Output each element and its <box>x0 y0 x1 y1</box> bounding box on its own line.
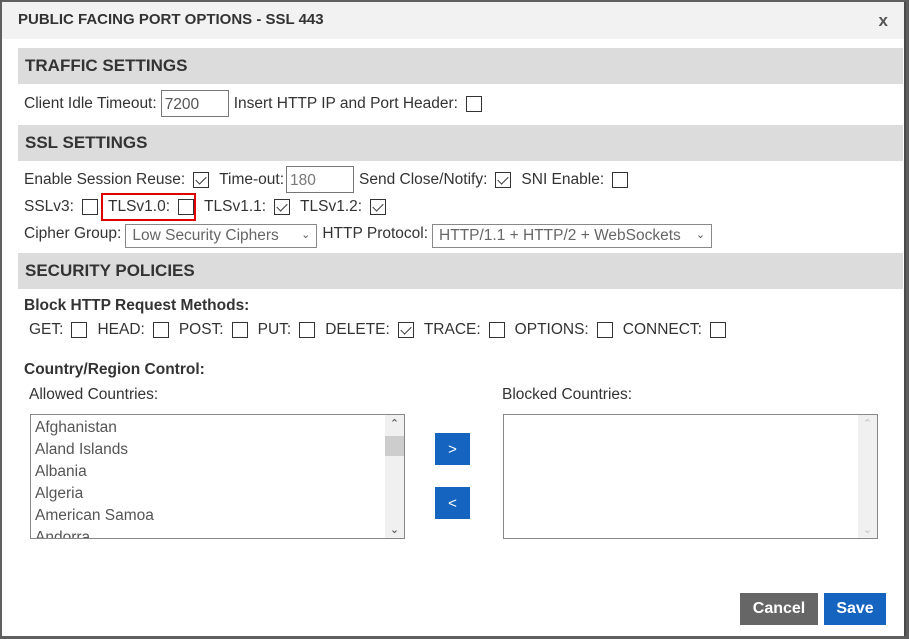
country-option[interactable]: Aland Islands <box>35 439 154 461</box>
connect-checkbox[interactable] <box>709 322 726 338</box>
put-label: PUT: <box>257 321 292 338</box>
dialog-title: PUBLIC FACING PORT OPTIONS - SSL 443 <box>18 11 324 28</box>
country-option[interactable]: Albania <box>35 461 154 483</box>
trace-checkbox[interactable] <box>488 322 505 338</box>
traffic-row: Client Idle Timeout: Insert HTTP IP and … <box>24 90 492 117</box>
blocked-countries-list[interactable]: ⌃ ⌄ <box>503 414 878 539</box>
head-checkbox[interactable] <box>152 322 169 338</box>
allowed-countries-scrollbar[interactable]: ⌃ ⌄ <box>385 415 404 538</box>
http-protocol-label: HTTP Protocol: <box>322 225 429 242</box>
ssl-row-1: Enable Session Reuse: Time-out: Send Clo… <box>24 166 638 193</box>
http-protocol-value: HTTP/1.1 + HTTP/2 + WebSockets <box>439 227 681 244</box>
section-title: TRAFFIC SETTINGS <box>25 56 188 75</box>
sslv3-label: SSLv3: <box>24 198 74 215</box>
timeout-label: Time-out: <box>219 170 285 188</box>
country-control-label: Country/Region Control: <box>24 361 205 378</box>
cipher-group-select[interactable]: Low Security Ciphers ⌄ <box>125 224 318 248</box>
section-traffic-settings: TRAFFIC SETTINGS <box>18 48 903 84</box>
country-option[interactable]: Andorra <box>35 527 154 538</box>
close-icon[interactable]: x <box>879 11 888 31</box>
tlsv12-label: TLSv1.2: <box>300 198 363 215</box>
blocked-countries-label: Blocked Countries: <box>502 386 633 403</box>
country-option[interactable]: Algeria <box>35 483 154 505</box>
save-button[interactable]: Save <box>824 593 886 625</box>
close-notify-label: Send Close/Notify: <box>359 170 488 188</box>
scroll-up-icon[interactable]: ⌃ <box>858 415 877 432</box>
section-ssl-settings: SSL SETTINGS <box>18 125 903 161</box>
trace-label: TRACE: <box>423 321 481 338</box>
options-label: OPTIONS: <box>514 321 589 338</box>
delete-label: DELETE: <box>325 321 390 338</box>
timeout-input[interactable] <box>286 166 355 193</box>
sni-checkbox[interactable] <box>612 171 629 188</box>
dialog-header: PUBLIC FACING PORT OPTIONS - SSL 443 x <box>2 2 904 39</box>
port-options-dialog: PUBLIC FACING PORT OPTIONS - SSL 443 x T… <box>2 2 906 636</box>
tlsv12-checkbox[interactable] <box>370 199 387 215</box>
ssl-protocols-row: SSLv3: TLSv1.0: TLSv1.1: TLSv1.2: <box>24 198 396 216</box>
tlsv10-highlight <box>101 193 196 221</box>
idle-timeout-input[interactable] <box>160 90 229 117</box>
post-checkbox[interactable] <box>231 322 248 338</box>
scroll-down-icon[interactable]: ⌄ <box>858 521 877 538</box>
sni-label: SNI Enable: <box>521 170 605 188</box>
sslv3-checkbox[interactable] <box>81 199 98 215</box>
tlsv11-checkbox[interactable] <box>274 199 291 215</box>
delete-checkbox[interactable] <box>397 322 414 338</box>
connect-label: CONNECT: <box>622 321 702 338</box>
allowed-countries-label: Allowed Countries: <box>29 386 159 403</box>
get-label: GET: <box>29 321 64 338</box>
session-reuse-label: Enable Session Reuse: <box>24 170 186 188</box>
country-option[interactable]: American Samoa <box>35 505 154 527</box>
get-checkbox[interactable] <box>71 322 88 338</box>
block-methods-label: Block HTTP Request Methods: <box>24 297 250 314</box>
insert-header-checkbox[interactable] <box>465 95 482 112</box>
ssl-cipher-row: Cipher Group: Low Security Ciphers ⌄ HTT… <box>24 220 717 248</box>
session-reuse-checkbox[interactable] <box>193 171 210 188</box>
section-title: SSL SETTINGS <box>25 133 148 152</box>
move-to-blocked-button[interactable]: > <box>435 433 470 465</box>
head-label: HEAD: <box>97 321 145 338</box>
allowed-countries-list[interactable]: Afghanistan Aland Islands Albania Algeria Am… <box>30 414 405 539</box>
cipher-group-label: Cipher Group: <box>24 225 122 242</box>
insert-header-label: Insert HTTP IP and Port Header: <box>233 94 458 112</box>
scroll-up-icon[interactable]: ⌃ <box>385 415 404 432</box>
idle-timeout-label: Client Idle Timeout: <box>24 94 157 112</box>
tlsv11-label: TLSv1.1: <box>204 198 267 215</box>
move-to-allowed-button[interactable]: < <box>435 487 470 519</box>
close-notify-checkbox[interactable] <box>495 171 512 188</box>
methods-row: GET: HEAD: POST: PUT: DELETE: TRACE: OPT… <box>29 321 736 339</box>
allowed-countries-items: Afghanistan Aland Islands Albania Algeria Am… <box>35 417 154 538</box>
cipher-group-value: Low Security Ciphers <box>132 227 279 244</box>
blocked-countries-scrollbar[interactable]: ⌃ ⌄ <box>858 415 877 538</box>
scroll-thumb[interactable] <box>385 436 404 456</box>
post-label: POST: <box>178 321 224 338</box>
options-checkbox[interactable] <box>596 322 613 338</box>
country-option[interactable]: Afghanistan <box>35 417 154 439</box>
section-security-policies: SECURITY POLICIES <box>18 253 903 289</box>
scroll-down-icon[interactable]: ⌄ <box>385 521 404 538</box>
section-title: SECURITY POLICIES <box>25 261 195 280</box>
put-checkbox[interactable] <box>299 322 316 338</box>
http-protocol-select[interactable]: HTTP/1.1 + HTTP/2 + WebSockets ⌄ <box>432 224 713 248</box>
chevron-down-icon: ⌄ <box>301 229 311 241</box>
cancel-button[interactable]: Cancel <box>740 593 818 625</box>
chevron-down-icon: ⌄ <box>695 229 706 241</box>
